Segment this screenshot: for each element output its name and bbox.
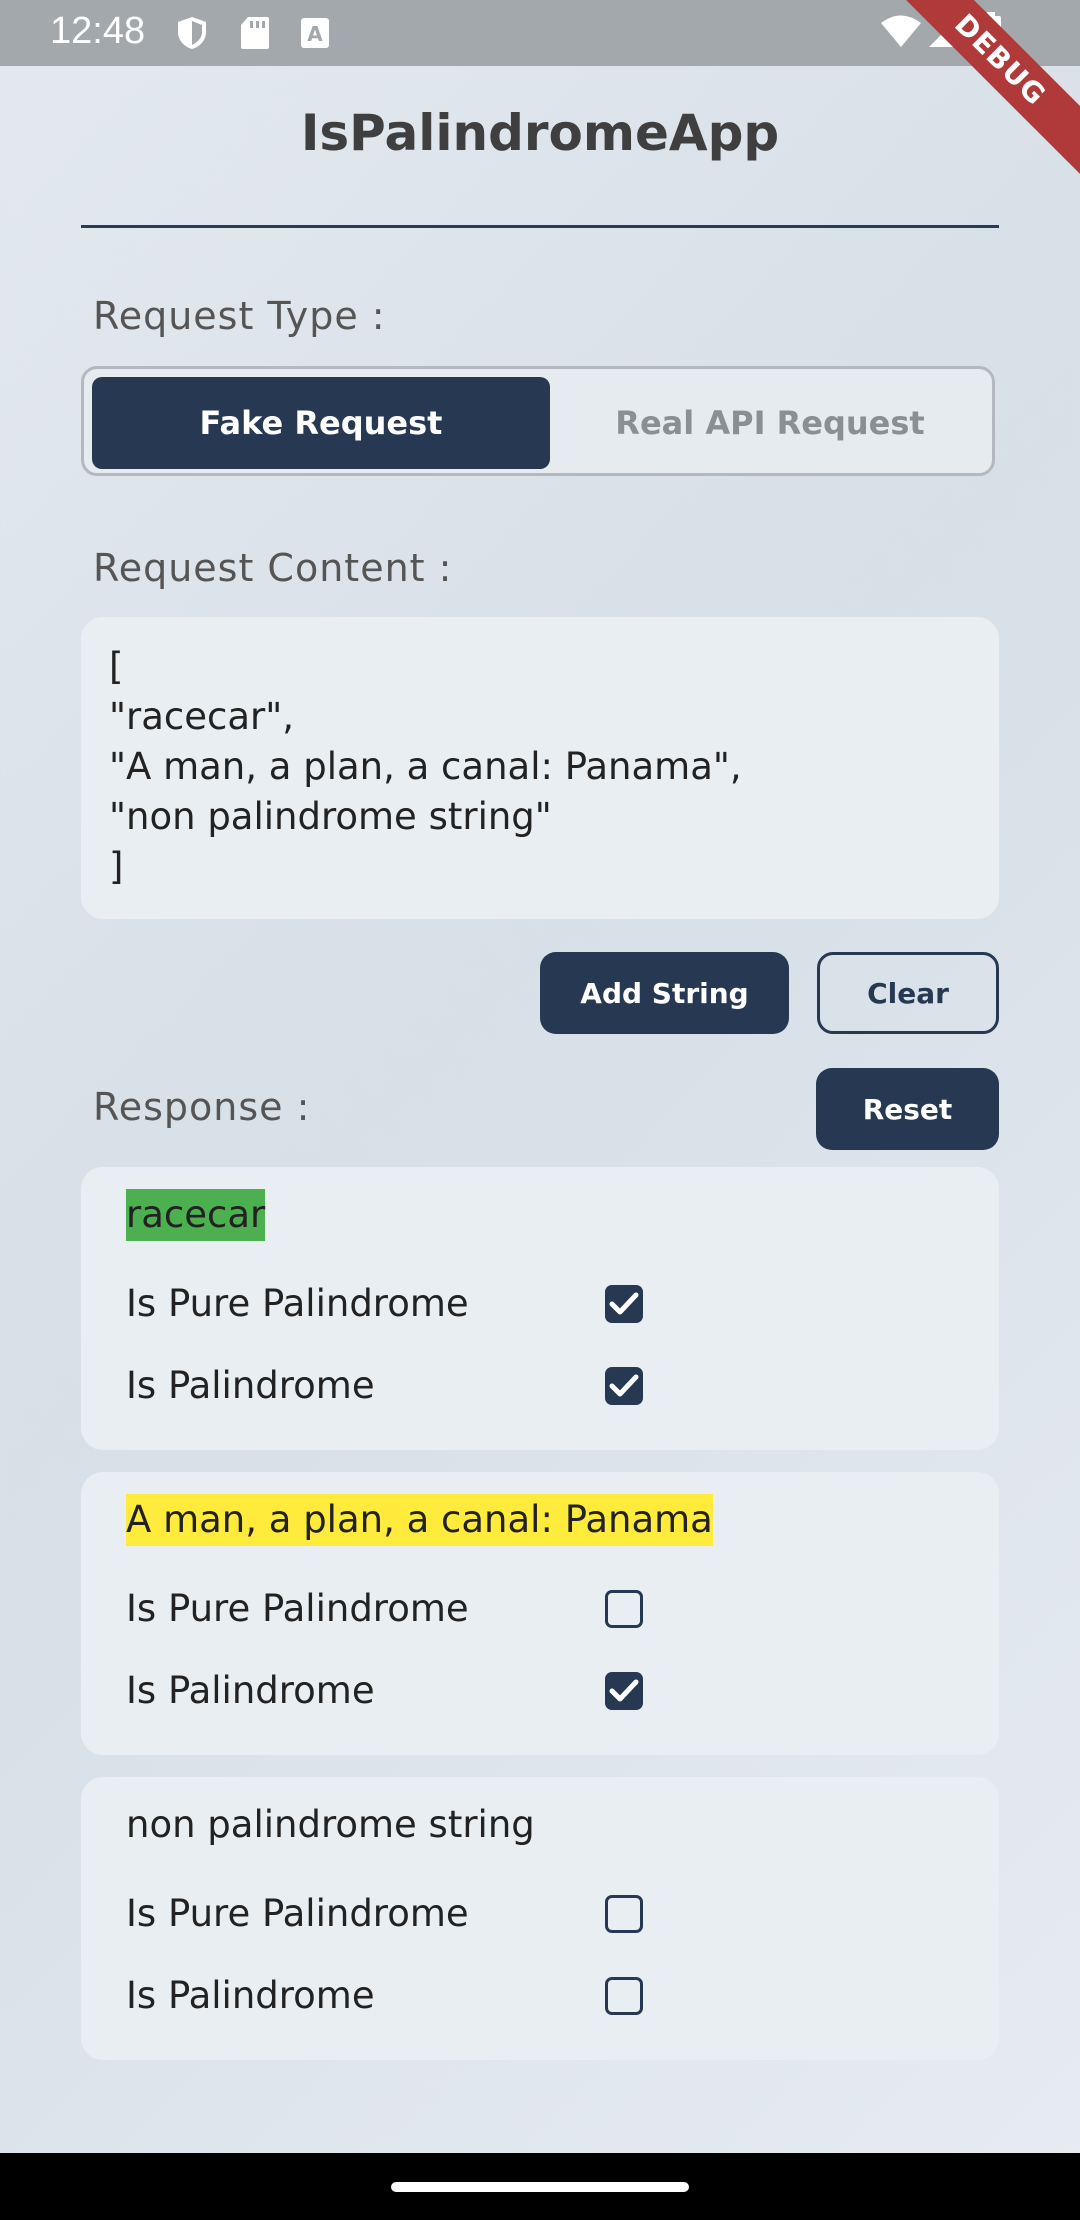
content-line: "non palindrome string" bbox=[109, 795, 552, 838]
navigation-bar bbox=[0, 2153, 1080, 2220]
request-content-label: Request Content : bbox=[93, 546, 453, 590]
palindrome-checkbox[interactable] bbox=[605, 1977, 643, 2015]
palindrome-label: Is Palindrome bbox=[126, 1974, 375, 2017]
shield-icon bbox=[176, 16, 208, 54]
pure-palindrome-checkbox[interactable] bbox=[605, 1590, 643, 1628]
checkmark-icon bbox=[609, 1292, 639, 1315]
clear-button[interactable]: Clear bbox=[817, 952, 999, 1034]
pure-palindrome-label: Is Pure Palindrome bbox=[126, 1587, 469, 1630]
wifi-icon bbox=[880, 14, 922, 52]
palindrome-checkbox[interactable] bbox=[605, 1672, 643, 1710]
palindrome-label: Is Palindrome bbox=[126, 1364, 375, 1407]
font-a-icon: A bbox=[300, 16, 330, 54]
palindrome-checkbox[interactable] bbox=[605, 1367, 643, 1405]
request-type-toggle: Fake Request Real API Request bbox=[81, 366, 995, 476]
status-time: 12:48 bbox=[50, 10, 146, 52]
reset-button[interactable]: Reset bbox=[816, 1068, 999, 1150]
pure-palindrome-checkbox[interactable] bbox=[605, 1285, 643, 1323]
pure-palindrome-label: Is Pure Palindrome bbox=[126, 1892, 469, 1935]
request-content-box[interactable]: [ "racecar", "A man, a plan, a canal: Pa… bbox=[81, 617, 999, 919]
checkmark-icon bbox=[609, 1679, 639, 1702]
title-divider bbox=[81, 225, 999, 228]
request-type-label: Request Type : bbox=[93, 294, 386, 338]
result-card: racecar Is Pure Palindrome Is Palindrome bbox=[81, 1167, 999, 1450]
sd-card-icon bbox=[240, 16, 270, 54]
home-gesture-handle[interactable] bbox=[391, 2182, 689, 2192]
result-string: racecar bbox=[126, 1189, 266, 1241]
pure-palindrome-label: Is Pure Palindrome bbox=[126, 1282, 469, 1325]
result-string: A man, a plan, a canal: Panama bbox=[126, 1494, 713, 1546]
real-api-request-option[interactable]: Real API Request bbox=[550, 377, 990, 469]
content-line: "A man, a plan, a canal: Panama", bbox=[109, 745, 742, 788]
result-string: non palindrome string bbox=[126, 1803, 535, 1846]
checkmark-icon bbox=[609, 1374, 639, 1397]
app-title: IsPalindromeApp bbox=[300, 104, 780, 162]
result-card: A man, a plan, a canal: Panama Is Pure P… bbox=[81, 1472, 999, 1755]
fake-request-option[interactable]: Fake Request bbox=[92, 377, 550, 469]
content-line: "racecar", bbox=[109, 695, 295, 738]
add-string-button[interactable]: Add String bbox=[540, 952, 789, 1034]
content-line: [ bbox=[109, 645, 124, 688]
palindrome-label: Is Palindrome bbox=[126, 1669, 375, 1712]
response-label: Response : bbox=[93, 1085, 311, 1129]
content-line: ] bbox=[109, 845, 124, 888]
result-card: non palindrome string Is Pure Palindrome… bbox=[81, 1777, 999, 2060]
pure-palindrome-checkbox[interactable] bbox=[605, 1895, 643, 1933]
svg-text:A: A bbox=[307, 22, 323, 46]
